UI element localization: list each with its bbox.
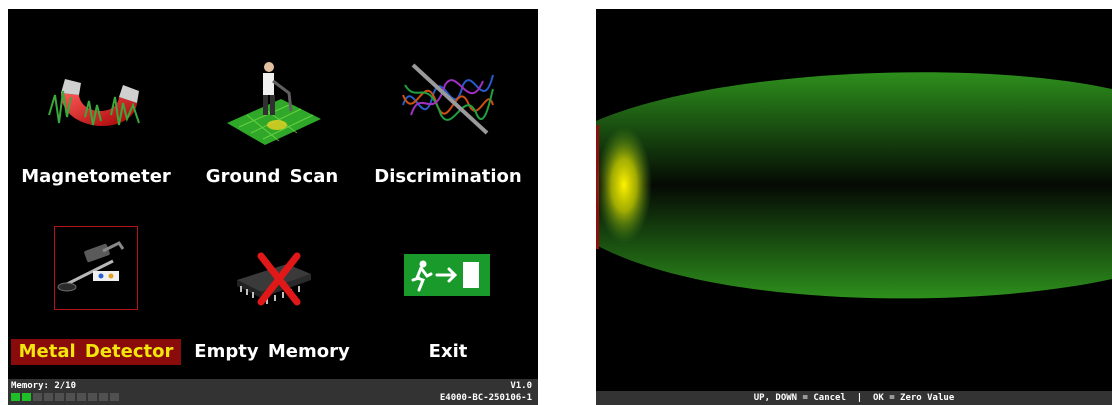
menu-label: Empty Memory xyxy=(194,341,350,362)
memory-cell xyxy=(55,393,64,401)
menu-label: Metal Detector xyxy=(8,339,184,365)
magnet-icon xyxy=(48,79,140,126)
main-menu-screen: Magnetometer Ground Scan Discrimination … xyxy=(8,9,538,405)
memory-cells xyxy=(11,393,119,401)
memory-cell xyxy=(99,393,108,401)
memory-cell xyxy=(33,393,42,401)
menu-item-ground-scan[interactable]: Ground Scan xyxy=(184,29,360,204)
discrimination-icon xyxy=(402,63,494,135)
memory-cell xyxy=(110,393,119,401)
memory-cell xyxy=(44,393,53,401)
scan-visualization xyxy=(596,72,1112,299)
memory-cell xyxy=(11,393,20,401)
menu-item-exit[interactable]: Exit xyxy=(360,204,536,379)
memory-cell xyxy=(66,393,75,401)
build-label: E4000-BC-250106-1 xyxy=(439,393,532,403)
ground-scan-icon xyxy=(227,62,321,145)
memory-cell xyxy=(77,393,86,401)
signal-hotspot xyxy=(596,127,652,243)
selected-label-highlight: Metal Detector xyxy=(10,339,182,365)
metal-detector-icon xyxy=(54,226,138,310)
scan-screen: UP, DOWN = Cancel | OK = Zero Value xyxy=(596,9,1112,405)
scan-beam xyxy=(596,72,1112,299)
version-label: V1.0 xyxy=(510,381,532,391)
empty-memory-icon xyxy=(237,252,311,306)
menu-item-discrimination[interactable]: Discrimination xyxy=(360,29,536,204)
menu-label: Exit xyxy=(428,341,468,362)
menu-item-magnetometer[interactable]: Magnetometer xyxy=(8,29,184,204)
exit-icon xyxy=(404,254,490,296)
memory-cell xyxy=(22,393,31,401)
memory-count: Memory: 2/10 xyxy=(11,381,77,391)
menu-item-empty-memory[interactable]: Empty Memory xyxy=(184,204,360,379)
menu-label: Discrimination xyxy=(374,166,522,187)
menu-item-metal-detector[interactable]: Metal Detector xyxy=(8,204,184,379)
hint-bar: UP, DOWN = Cancel | OK = Zero Value xyxy=(596,391,1112,405)
memory-cell xyxy=(88,393,97,401)
menu-label: Magnetometer xyxy=(21,166,171,187)
menu-label: Ground Scan xyxy=(205,166,339,187)
status-bar: Memory: 2/10 V1.0 E4000-BC-250106-1 xyxy=(8,379,538,405)
